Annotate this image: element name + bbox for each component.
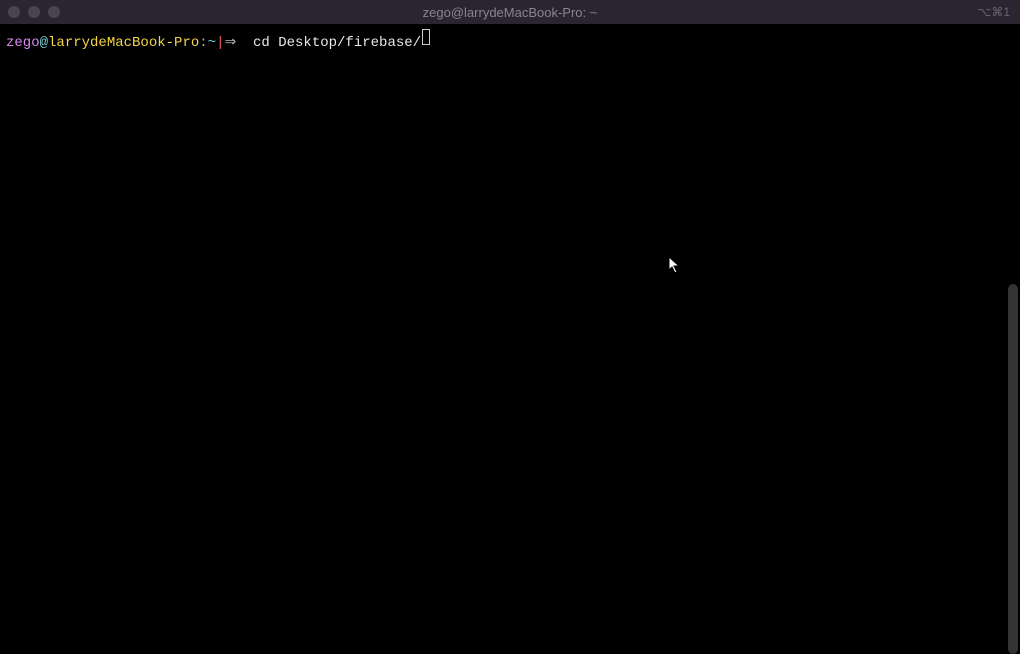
prompt-user: zego [6,33,40,54]
titlebar-shortcut-indicator: ⌥⌘1 [977,5,1010,19]
window-titlebar: zego@larrydeMacBook-Pro: ~ ⌥⌘1 [0,0,1020,24]
command-input[interactable]: cd Desktop/firebase/ [253,33,421,54]
prompt-colon: : [199,33,207,54]
prompt-host: larrydeMacBook-Pro [48,33,199,54]
close-button[interactable] [8,6,20,18]
window-title: zego@larrydeMacBook-Pro: ~ [423,5,598,20]
minimize-button[interactable] [28,6,40,18]
traffic-lights [8,6,60,18]
text-cursor [422,29,430,45]
prompt-line: zego@larrydeMacBook-Pro:~|⇒ cd Desktop/f… [6,30,1014,54]
scrollbar[interactable] [1008,284,1018,654]
maximize-button[interactable] [48,6,60,18]
prompt-at: @ [40,33,48,54]
prompt-pipe: | [216,33,224,54]
terminal-body[interactable]: zego@larrydeMacBook-Pro:~|⇒ cd Desktop/f… [0,24,1020,636]
prompt-path: ~ [208,33,216,54]
prompt-arrow: ⇒ [224,33,236,54]
